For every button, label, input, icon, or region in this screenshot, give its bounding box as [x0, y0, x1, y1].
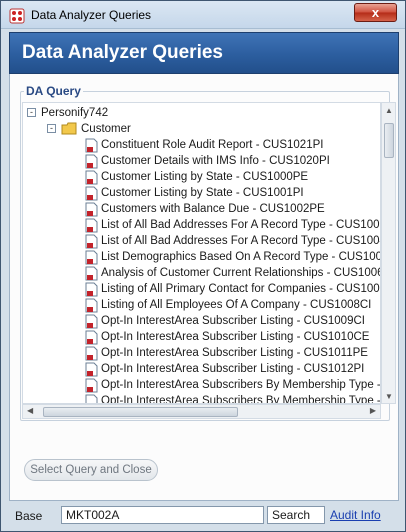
tree-item-label: Opt-In InterestArea Subscriber Listing -… [101, 331, 370, 343]
report-icon [85, 170, 98, 185]
audit-info-link[interactable]: Audit Info [330, 508, 381, 522]
tree-item-label: Customer Listing by State - CUS1000PE [101, 171, 309, 183]
report-icon [85, 330, 98, 345]
tree-item-label: List Demographics Based On A Record Type… [101, 251, 381, 263]
report-icon [85, 138, 98, 153]
status-bar: Base MKT002A Search Audit Info [1, 503, 405, 531]
tree-item-label: Analysis of Customer Current Relationshi… [101, 267, 381, 279]
report-icon [85, 362, 98, 377]
da-query-legend: DA Query [24, 84, 83, 98]
tree-item-label: Opt-In InterestArea Subscribers By Membe… [101, 395, 381, 404]
collapse-icon[interactable]: - [47, 124, 56, 133]
report-icon [85, 298, 98, 313]
tree-item-label: Listing of All Primary Contact for Compa… [101, 283, 381, 295]
scroll-up-icon[interactable]: ▲ [385, 106, 393, 115]
scroll-left-icon[interactable]: ◀ [27, 406, 33, 415]
vertical-scroll-thumb[interactable] [384, 123, 394, 158]
tree-item-label: Customer Details with IMS Info - CUS1020… [101, 155, 330, 167]
report-icon [85, 346, 98, 361]
window-title: Data Analyzer Queries [31, 8, 152, 22]
title-bar: Data Analyzer Queries x [1, 1, 405, 29]
horizontal-scroll-thumb[interactable] [43, 407, 238, 417]
main-content: DA Query - Personify742 - Customer Const… [9, 74, 399, 501]
scroll-down-icon[interactable]: ▼ [385, 392, 393, 401]
tree-item-label: Opt-In InterestArea Subscriber Listing -… [101, 315, 365, 327]
tree-root-label: Personify742 [41, 107, 109, 119]
report-icon [85, 378, 98, 393]
query-tree[interactable]: - Personify742 - Customer Constituent Ro… [22, 102, 381, 404]
tree-item-label: List of All Bad Addresses For A Record T… [101, 219, 381, 231]
report-icon [85, 202, 98, 217]
tree-item-label: Customer Listing by State - CUS1001PI [101, 187, 304, 199]
report-icon [85, 234, 98, 249]
data-analyzer-window: Data Analyzer Queries x Data Analyzer Qu… [0, 0, 406, 532]
tree-folder-label: Customer [81, 123, 131, 135]
report-icon [85, 394, 98, 403]
select-query-and-close-button[interactable]: Select Query and Close [24, 459, 158, 481]
app-icon [9, 8, 25, 24]
report-icon [85, 266, 98, 281]
collapse-icon[interactable]: - [27, 108, 36, 117]
header-banner: Data Analyzer Queries [9, 32, 399, 74]
scroll-right-icon[interactable]: ▶ [370, 406, 376, 415]
report-icon [85, 186, 98, 201]
report-icon [85, 218, 98, 233]
tree-item-label: Customers with Balance Due - CUS1002PE [101, 203, 325, 215]
close-button[interactable]: x [354, 3, 397, 22]
tree-item-label: Listing of All Employees Of A Company - … [101, 299, 372, 311]
tree-item-label: Opt-In InterestArea Subscribers By Membe… [101, 379, 381, 391]
vertical-scrollbar[interactable]: ▲ ▼ [381, 102, 396, 404]
search-button[interactable]: Search [267, 506, 325, 524]
base-label: Base [15, 509, 43, 523]
report-icon [85, 250, 98, 265]
tree-item-label: Opt-In InterestArea Subscriber Listing -… [101, 363, 365, 375]
tree-item-label: Constituent Role Audit Report - CUS1021P… [101, 139, 324, 151]
folder-icon [61, 122, 77, 135]
horizontal-scrollbar[interactable]: ◀ ▶ [22, 404, 381, 419]
report-icon [85, 154, 98, 169]
page-title: Data Analyzer Queries [22, 42, 223, 63]
base-field[interactable]: MKT002A [61, 506, 264, 524]
report-icon [85, 314, 98, 329]
tree-item-label: Opt-In InterestArea Subscriber Listing -… [101, 347, 368, 359]
report-icon [85, 282, 98, 297]
tree-item-label: List of All Bad Addresses For A Record T… [101, 235, 381, 247]
